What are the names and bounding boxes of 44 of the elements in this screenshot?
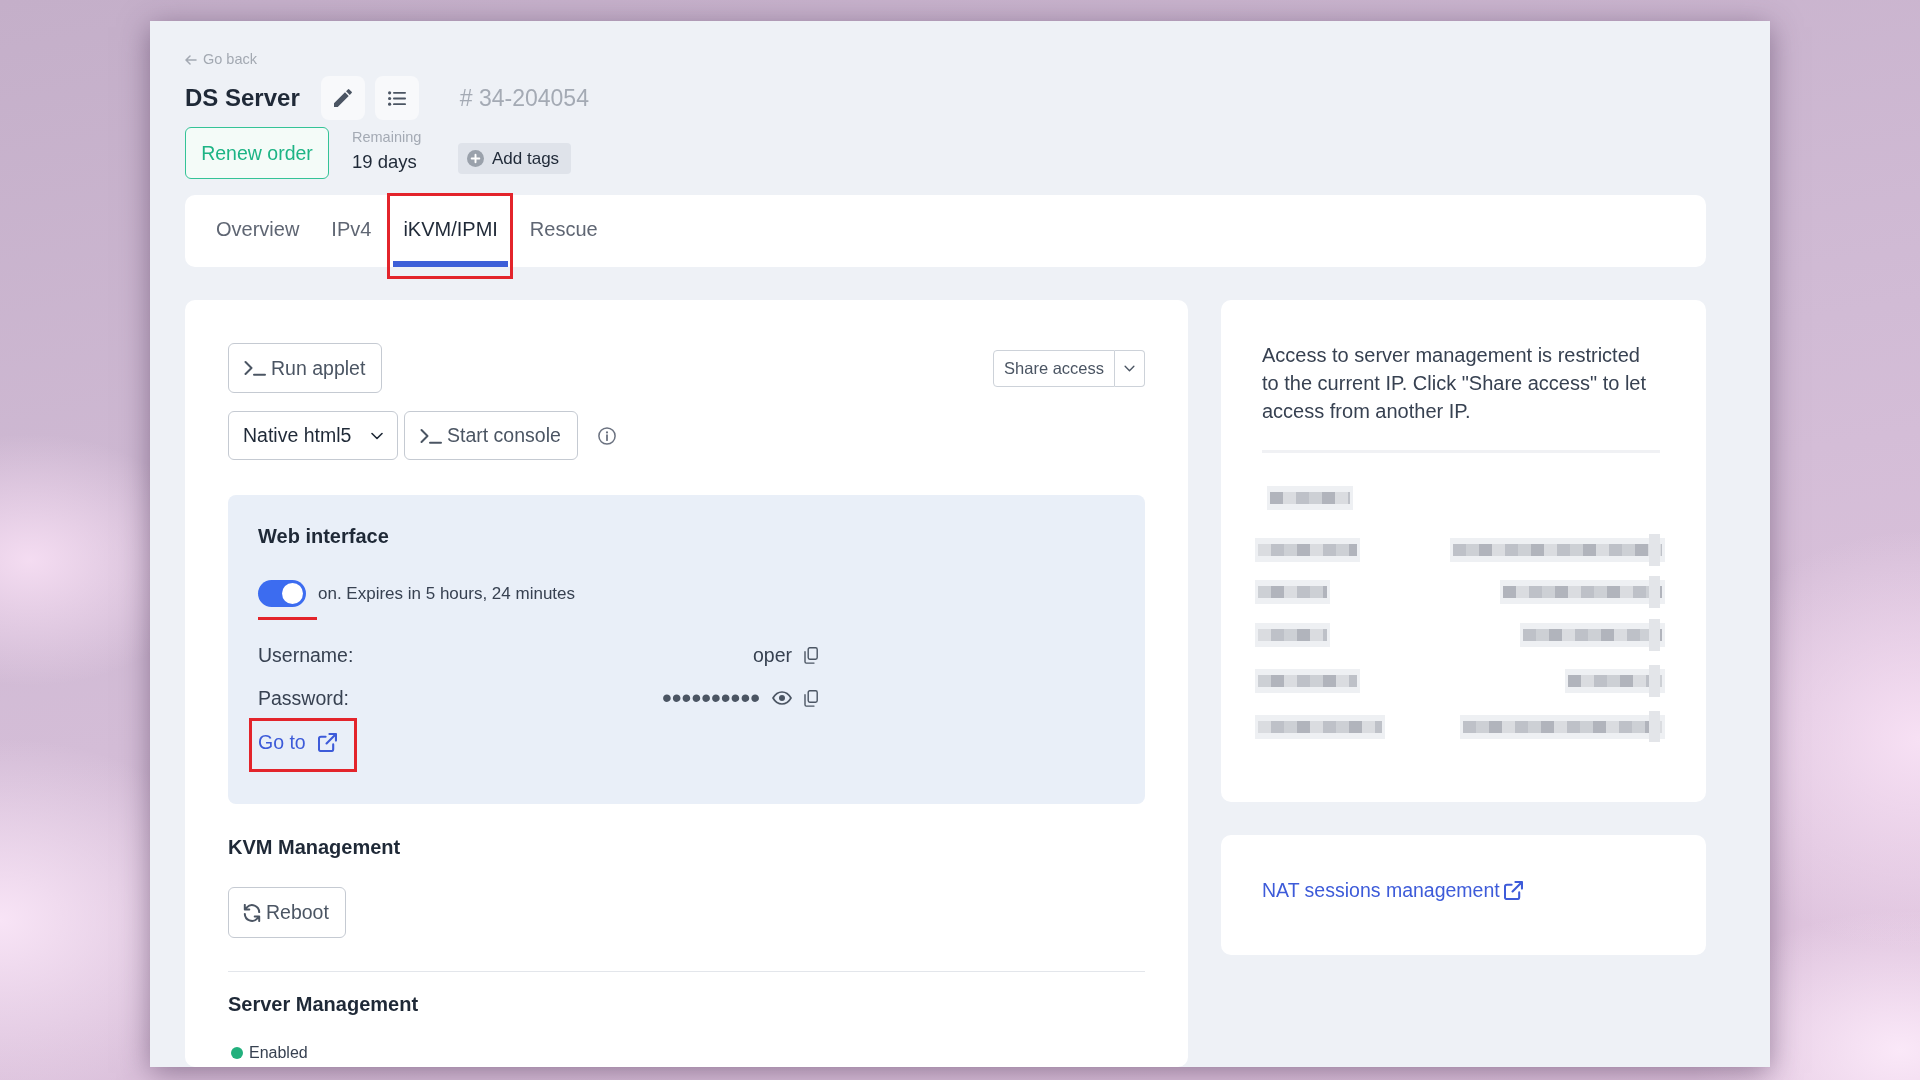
toggle-switch[interactable] [258,580,306,607]
tab[interactable]: iKVM/IPMI [393,195,508,267]
order-number: # 34-204054 [459,84,589,112]
add-tags-button[interactable]: Add tags [458,143,572,174]
pencil-icon [333,89,352,107]
external-link-icon [1503,880,1523,900]
section-heading: Web interface [258,524,389,548]
remaining-value: 19 days [352,150,418,174]
chevron-down-icon [1124,364,1135,372]
refresh-icon [243,903,261,922]
field-label: Password: [258,686,350,710]
plus-circle-icon [467,150,484,167]
tab[interactable]: Overview [206,195,310,267]
chevron-down-icon [371,431,383,440]
tab[interactable]: IPv4 [321,195,382,267]
server-title: DS Server [185,84,300,112]
toggle-status: on. Expires in 5 hours, 24 minutes [318,583,576,604]
viewer-select[interactable]: Native html5 [228,411,398,460]
share-access-button[interactable]: Share access [993,349,1115,387]
start-console-button[interactable]: Start console [404,411,578,460]
masked-password: •••••••••• [661,686,760,710]
terminal-icon [244,360,266,376]
field-label: Username: [258,643,354,667]
terminal-icon [420,427,442,444]
copy-icon [804,689,818,707]
status-label: Enabled [249,1044,308,1062]
info-icon [597,426,616,445]
access-notice: Access to server management is restricted to the current IP. Click "Share access" to let access from another IP. [1262,343,1647,424]
nat-sessions-link[interactable]: NAT sessions management [1262,878,1523,902]
list-button[interactable] [374,76,419,120]
section-heading: Server Management [228,992,419,1016]
field-value: oper [752,643,792,667]
reboot-button[interactable]: Reboot [228,887,346,938]
copy-icon [804,646,818,664]
go-to-link[interactable]: Go to [258,730,337,754]
remaining-label: Remaining [352,129,423,146]
section-heading: KVM Management [228,835,401,859]
arrow-left-icon [185,54,197,65]
list-icon [387,90,406,106]
tab[interactable]: Rescue [519,195,608,267]
edit-button[interactable] [320,76,365,120]
eye-icon [772,691,792,705]
external-link-icon [317,732,337,752]
run-applet-button[interactable]: Run applet [228,343,383,393]
